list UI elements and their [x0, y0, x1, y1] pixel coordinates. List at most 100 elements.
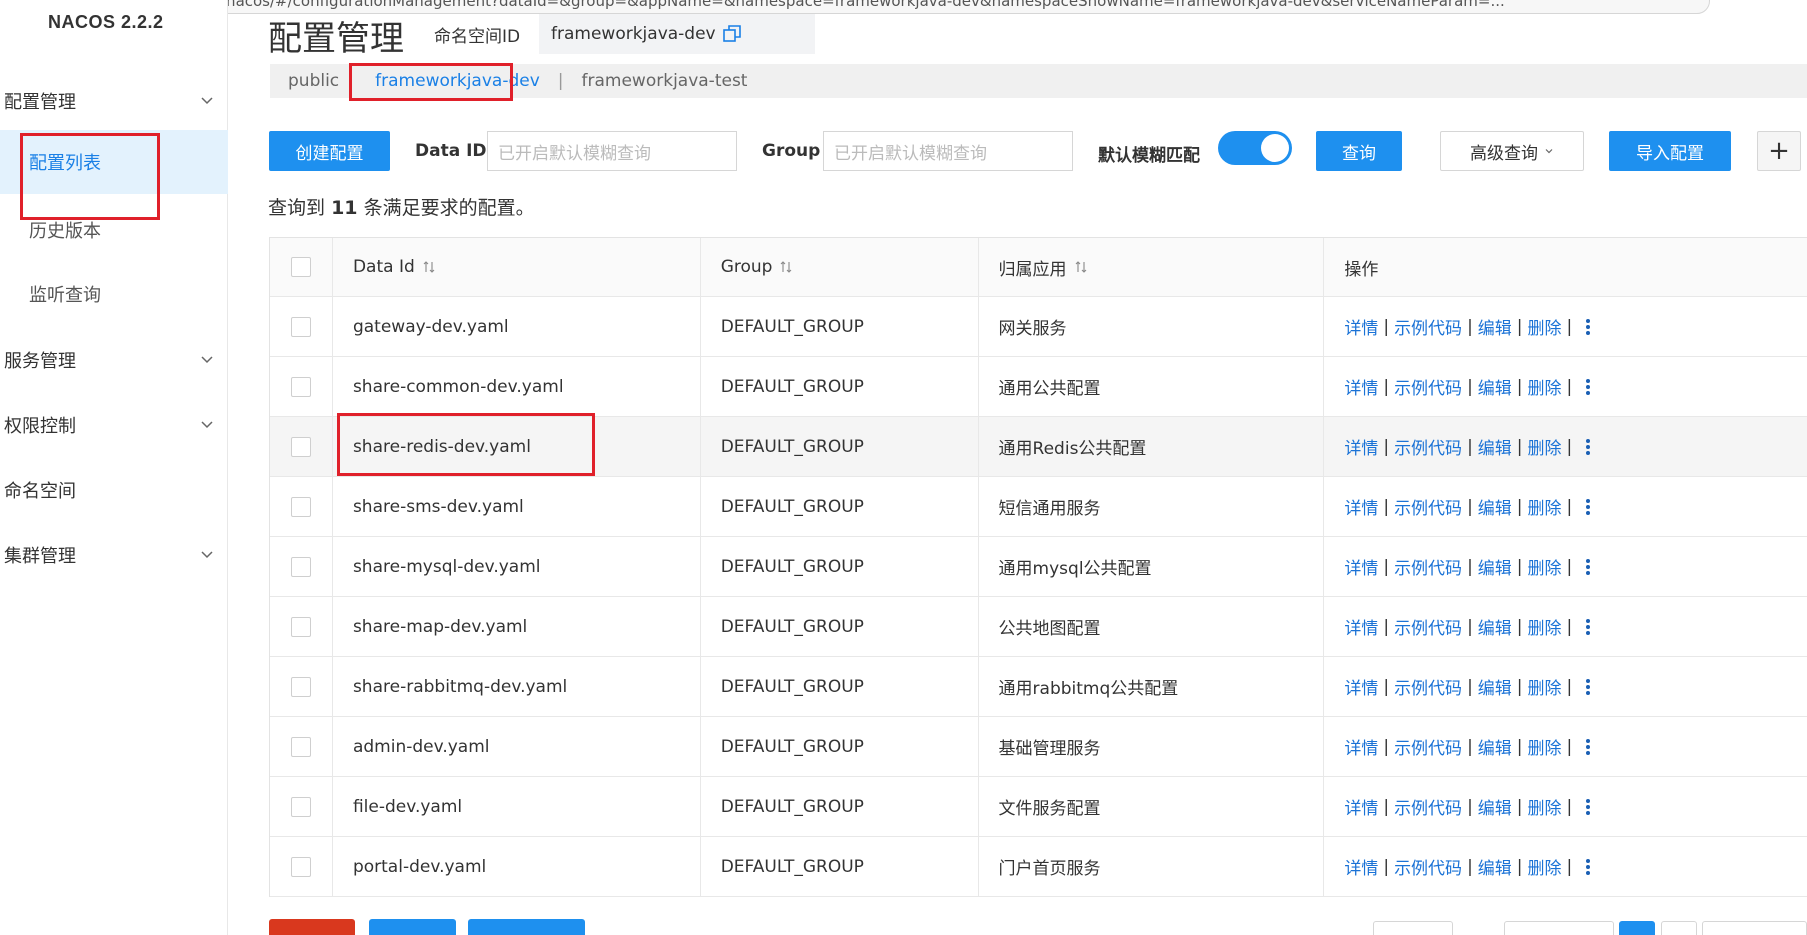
- sample-code-link[interactable]: 示例代码: [1394, 374, 1462, 399]
- edit-link[interactable]: 编辑: [1478, 614, 1512, 639]
- create-config-button[interactable]: 创建配置: [269, 131, 390, 171]
- edit-link[interactable]: 编辑: [1478, 674, 1512, 699]
- sample-code-link[interactable]: 示例代码: [1394, 614, 1462, 639]
- row-checkbox[interactable]: [290, 856, 311, 877]
- clone-button[interactable]: [369, 919, 456, 935]
- sample-code-link[interactable]: 示例代码: [1394, 314, 1462, 339]
- delete-link[interactable]: 删除: [1528, 554, 1562, 579]
- sort-icon[interactable]: [1075, 260, 1087, 274]
- delete-link[interactable]: 删除: [1528, 794, 1562, 819]
- copy-icon[interactable]: [722, 24, 742, 44]
- row-checkbox[interactable]: [290, 736, 311, 757]
- detail-link[interactable]: 详情: [1344, 734, 1378, 759]
- select-all-checkbox[interactable]: [290, 257, 311, 277]
- row-checkbox[interactable]: [290, 436, 311, 457]
- sample-code-link[interactable]: 示例代码: [1394, 434, 1462, 459]
- pager-prev[interactable]: [1504, 921, 1614, 935]
- detail-link[interactable]: 详情: [1344, 674, 1378, 699]
- sidebar-item-listener[interactable]: 监听查询: [0, 262, 228, 326]
- delete-link[interactable]: 删除: [1528, 374, 1562, 399]
- pager-page-1[interactable]: [1619, 921, 1655, 935]
- namespace-tab-frameworkjava-dev[interactable]: frameworkjava-dev: [357, 71, 558, 91]
- delete-link[interactable]: 删除: [1528, 854, 1562, 879]
- delete-link[interactable]: 删除: [1528, 494, 1562, 519]
- table-row: share-sms-dev.yaml DEFAULT_GROUP 短信通用服务 详情 |…: [270, 477, 1807, 537]
- delete-link[interactable]: 删除: [1528, 314, 1562, 339]
- dataid-search-input[interactable]: 已开启默认模糊查询: [487, 131, 737, 171]
- delete-link[interactable]: 删除: [1528, 614, 1562, 639]
- menu-group-cluster[interactable]: 集群管理: [0, 535, 228, 575]
- column-header-group[interactable]: Group: [701, 238, 979, 296]
- more-vertical-icon[interactable]: [1585, 858, 1591, 876]
- column-header-dataid[interactable]: Data Id: [333, 238, 701, 296]
- edit-link[interactable]: 编辑: [1478, 734, 1512, 759]
- menu-group-config[interactable]: 配置管理: [0, 81, 228, 121]
- menu-group-service[interactable]: 服务管理: [0, 340, 228, 380]
- delete-link[interactable]: 删除: [1528, 734, 1562, 759]
- page-size-select[interactable]: [1373, 921, 1453, 935]
- op-separator: |: [1516, 616, 1523, 637]
- detail-link[interactable]: 详情: [1344, 434, 1378, 459]
- more-vertical-icon[interactable]: [1585, 678, 1591, 696]
- sort-icon[interactable]: [423, 260, 435, 274]
- detail-link[interactable]: 详情: [1344, 374, 1378, 399]
- more-vertical-icon[interactable]: [1585, 438, 1591, 456]
- sample-code-link[interactable]: 示例代码: [1394, 674, 1462, 699]
- op-separator: |: [1516, 496, 1523, 517]
- edit-link[interactable]: 编辑: [1478, 314, 1512, 339]
- more-actions-button[interactable]: +: [1757, 131, 1801, 171]
- advanced-query-dropdown[interactable]: 高级查询: [1440, 131, 1584, 171]
- more-vertical-icon[interactable]: [1585, 618, 1591, 636]
- menu-group-auth[interactable]: 权限控制: [0, 405, 228, 445]
- row-checkbox[interactable]: [290, 316, 311, 337]
- more-vertical-icon[interactable]: [1585, 738, 1591, 756]
- sample-code-link[interactable]: 示例代码: [1394, 734, 1462, 759]
- fuzzy-match-label: 默认模糊匹配: [1098, 146, 1200, 166]
- sidebar-item-history[interactable]: 历史版本: [0, 198, 228, 262]
- column-header-app[interactable]: 归属应用: [979, 238, 1325, 296]
- row-checkbox[interactable]: [290, 796, 311, 817]
- namespace-tab-public[interactable]: public: [270, 71, 357, 91]
- edit-link[interactable]: 编辑: [1478, 854, 1512, 879]
- edit-link[interactable]: 编辑: [1478, 374, 1512, 399]
- detail-link[interactable]: 详情: [1344, 554, 1378, 579]
- edit-link[interactable]: 编辑: [1478, 554, 1512, 579]
- export-button[interactable]: [468, 919, 585, 935]
- delete-link[interactable]: 删除: [1528, 674, 1562, 699]
- group-search-input[interactable]: 已开启默认模糊查询: [823, 131, 1073, 171]
- sample-code-link[interactable]: 示例代码: [1394, 494, 1462, 519]
- pager-page-2[interactable]: [1661, 921, 1697, 935]
- pager-next[interactable]: [1702, 921, 1807, 935]
- more-vertical-icon[interactable]: [1585, 318, 1591, 336]
- edit-link[interactable]: 编辑: [1478, 434, 1512, 459]
- delete-link[interactable]: 删除: [1528, 434, 1562, 459]
- more-vertical-icon[interactable]: [1585, 798, 1591, 816]
- menu-group-namespace[interactable]: 命名空间: [0, 470, 228, 510]
- more-vertical-icon[interactable]: [1585, 378, 1591, 396]
- sidebar-item-config-list[interactable]: 配置列表: [0, 130, 228, 194]
- query-button[interactable]: 查询: [1316, 131, 1402, 171]
- sample-code-link[interactable]: 示例代码: [1394, 854, 1462, 879]
- row-checkbox[interactable]: [290, 616, 311, 637]
- fuzzy-match-toggle[interactable]: [1218, 131, 1292, 165]
- detail-link[interactable]: 详情: [1344, 614, 1378, 639]
- edit-link[interactable]: 编辑: [1478, 494, 1512, 519]
- detail-link[interactable]: 详情: [1344, 854, 1378, 879]
- row-checkbox[interactable]: [290, 376, 311, 397]
- row-checkbox[interactable]: [290, 676, 311, 697]
- import-config-button[interactable]: 导入配置: [1609, 131, 1731, 171]
- sample-code-link[interactable]: 示例代码: [1394, 794, 1462, 819]
- namespace-tab-frameworkjava-test[interactable]: frameworkjava-test: [564, 71, 766, 91]
- row-checkbox[interactable]: [290, 496, 311, 517]
- row-checkbox[interactable]: [290, 556, 311, 577]
- more-vertical-icon[interactable]: [1585, 498, 1591, 516]
- more-vertical-icon[interactable]: [1585, 558, 1591, 576]
- edit-link[interactable]: 编辑: [1478, 794, 1512, 819]
- sort-icon[interactable]: [780, 260, 792, 274]
- op-separator: |: [1467, 856, 1473, 877]
- sample-code-link[interactable]: 示例代码: [1394, 554, 1462, 579]
- detail-link[interactable]: 详情: [1344, 794, 1378, 819]
- delete-selected-button[interactable]: [269, 919, 355, 935]
- detail-link[interactable]: 详情: [1344, 314, 1378, 339]
- detail-link[interactable]: 详情: [1344, 494, 1378, 519]
